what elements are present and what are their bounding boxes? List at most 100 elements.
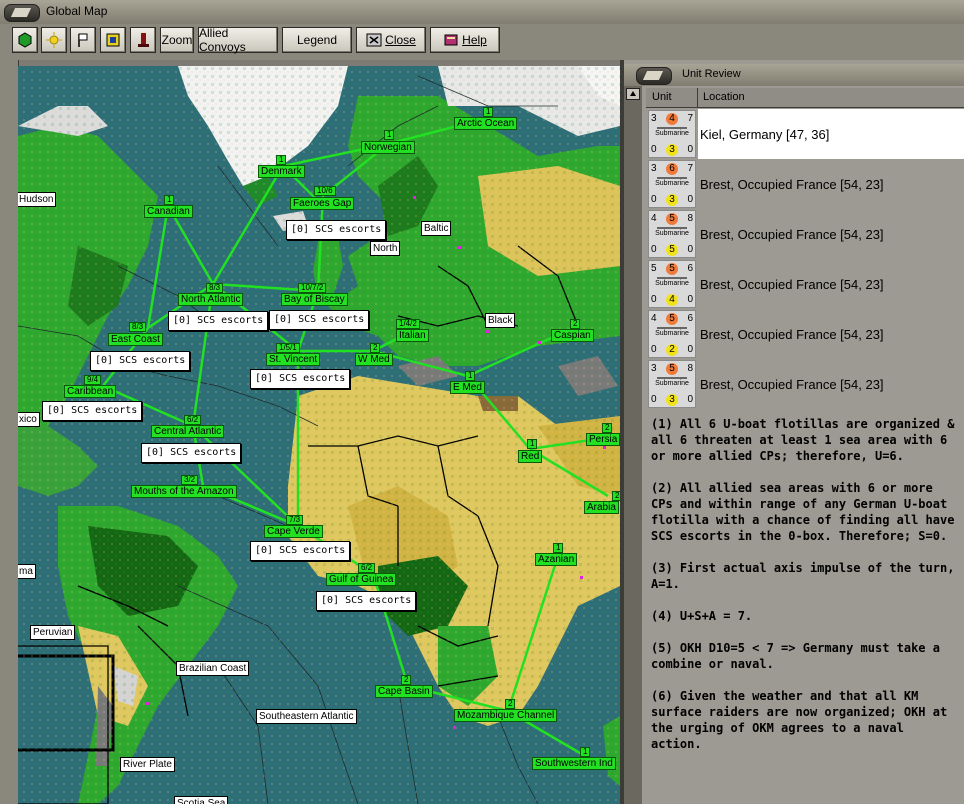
sea-area-w-med[interactable]: W Med bbox=[355, 353, 393, 366]
target-button[interactable] bbox=[100, 27, 126, 53]
unit-row[interactable]: 3 6 7 Submarine 0 3 0 Brest, Occupied France [5… bbox=[646, 159, 964, 209]
sea-area-st-vincent[interactable]: St. Vincent bbox=[266, 353, 321, 366]
scs-escorts-box[interactable]: [0] SCS escorts bbox=[250, 369, 351, 389]
left-frame bbox=[0, 60, 19, 804]
unit-row[interactable]: 4 5 8 Submarine 0 5 0 Brest, Occupied France [5… bbox=[646, 209, 964, 259]
sea-count-e-med: 1 bbox=[465, 371, 476, 381]
sea-area-italian[interactable]: Italian bbox=[396, 329, 429, 342]
sea-area-gulf-of-guinea[interactable]: Gulf of Guinea bbox=[326, 573, 397, 586]
flag-button[interactable] bbox=[70, 27, 96, 53]
counter-bottom-mid: 3 bbox=[666, 394, 678, 406]
unit-location: Brest, Occupied France [54, 23] bbox=[700, 326, 884, 342]
panel-menu-icon[interactable] bbox=[636, 67, 672, 85]
sea-area-central-atlantic[interactable]: Central Atlantic bbox=[151, 425, 225, 438]
global-map[interactable]: 1 Arctic Ocean 1 Norwegian 1 Denmark 10/… bbox=[18, 66, 620, 804]
place-label-baltic: Baltic bbox=[421, 221, 452, 236]
counter-bottom-left: 0 bbox=[651, 344, 657, 355]
submarine-counter[interactable]: 4 5 8 Submarine 0 5 0 bbox=[648, 210, 696, 258]
counter-type: Submarine bbox=[655, 330, 689, 337]
sea-area-mouths-of-the-amazon[interactable]: Mouths of the Amazon bbox=[131, 485, 237, 498]
weather-button[interactable] bbox=[41, 27, 67, 53]
counter-bottom-mid: 5 bbox=[666, 244, 678, 256]
sea-count-north-atlantic: 8/3 bbox=[206, 283, 224, 293]
sea-count-italian: 1/4/2 bbox=[396, 319, 420, 329]
sea-area-cape-basin[interactable]: Cape Basin bbox=[375, 685, 433, 698]
allied-convoys-button[interactable]: Allied Convoys bbox=[198, 26, 278, 54]
place-label-hudson: Hudson bbox=[18, 192, 57, 207]
sea-area-mozambique-channel[interactable]: Mozambique Channel bbox=[454, 709, 558, 722]
target-icon bbox=[106, 33, 120, 47]
sea-area-norwegian[interactable]: Norwegian bbox=[361, 141, 415, 154]
sea-count-arabia: 2 bbox=[612, 491, 620, 501]
submarine-counter[interactable]: 3 4 7 Submarine 0 3 0 bbox=[648, 110, 696, 158]
sea-area-red[interactable]: Red bbox=[518, 450, 543, 463]
place-label-brazilian-coast: Brazilian Coast bbox=[176, 661, 250, 676]
submarine-counter[interactable]: 3 5 8 Submarine 0 3 0 bbox=[648, 360, 696, 408]
counter-top-left: 4 bbox=[651, 313, 657, 324]
sea-area-east-coast[interactable]: East Coast bbox=[108, 333, 163, 346]
sea-count-azanian: 1 bbox=[553, 543, 564, 553]
unit-row[interactable]: 4 5 6 Submarine 0 2 0 Brest, Occupied France [5… bbox=[646, 309, 964, 359]
scs-escorts-box[interactable]: [0] SCS escorts bbox=[316, 591, 417, 611]
sea-area-north-atlantic[interactable]: North Atlantic bbox=[178, 293, 244, 306]
sea-count-denmark: 1 bbox=[276, 155, 287, 165]
unit-row[interactable]: 3 5 8 Submarine 0 3 0 Brest, Occupied France [5… bbox=[646, 359, 964, 409]
scs-escorts-box[interactable]: [0] SCS escorts bbox=[90, 351, 191, 371]
scs-escorts-box[interactable]: [0] SCS escorts bbox=[269, 310, 370, 330]
sea-count-red: 1 bbox=[527, 439, 538, 449]
sea-area-faeroes-gap[interactable]: Faeroes Gap bbox=[290, 197, 355, 210]
column-header-location[interactable]: Location bbox=[703, 91, 745, 103]
counter-type: Submarine bbox=[655, 180, 689, 187]
close-label: Close bbox=[385, 33, 416, 47]
scs-escorts-box[interactable]: [0] SCS escorts bbox=[42, 401, 143, 421]
sea-area-caspian[interactable]: Caspian bbox=[551, 329, 594, 342]
sea-count-gulf-of-guinea: 6/2 bbox=[358, 563, 376, 573]
place-label-peruvian: Peruvian bbox=[30, 625, 76, 640]
sea-area-caribbean[interactable]: Caribbean bbox=[64, 385, 117, 398]
window-menu-icon[interactable] bbox=[4, 4, 40, 22]
counter-top-mid: 5 bbox=[666, 363, 678, 375]
sea-area-arctic-ocean[interactable]: Arctic Ocean bbox=[454, 117, 518, 130]
counter-bottom-right: 0 bbox=[687, 344, 693, 355]
sea-area-canadian[interactable]: Canadian bbox=[144, 205, 193, 218]
column-header-unit[interactable]: Unit bbox=[652, 91, 672, 103]
counter-bottom-right: 0 bbox=[687, 194, 693, 205]
zoom-button[interactable]: Zoom bbox=[160, 27, 194, 53]
sea-area-bay-of-biscay[interactable]: Bay of Biscay bbox=[281, 293, 348, 306]
hexagon-button[interactable] bbox=[12, 27, 38, 53]
sea-area-azanian[interactable]: Azanian bbox=[535, 553, 578, 566]
scs-escorts-box[interactable]: [0] SCS escorts bbox=[286, 220, 387, 240]
scs-escorts-box[interactable]: [0] SCS escorts bbox=[168, 311, 269, 331]
sea-count-st-vincent: 1/5/1 bbox=[276, 343, 300, 353]
sea-count-norwegian: 1 bbox=[384, 130, 395, 140]
submarine-counter[interactable]: 4 5 6 Submarine 0 2 0 bbox=[648, 310, 696, 358]
sea-count-caribbean: 9/4 bbox=[84, 375, 102, 385]
sea-area-denmark[interactable]: Denmark bbox=[258, 165, 305, 178]
close-button[interactable]: Close bbox=[356, 27, 426, 53]
unit-row[interactable]: 3 4 7 Submarine 0 3 0 Kiel, Germany [47, 36] bbox=[646, 109, 964, 159]
place-label-black: Black bbox=[485, 313, 516, 328]
sea-area-e-med[interactable]: E Med bbox=[450, 381, 485, 394]
sea-area-persia[interactable]: Persia bbox=[586, 433, 620, 446]
panel-scrollbar[interactable] bbox=[624, 86, 642, 804]
unit-row[interactable]: 5 5 6 Submarine 0 4 0 Brest, Occupied France [5… bbox=[646, 259, 964, 309]
note-3: (3) First actual axis impulse of the tur… bbox=[651, 561, 955, 591]
sea-area-cape-verde[interactable]: Cape Verde bbox=[264, 525, 323, 538]
unit-review-title: Unit Review bbox=[682, 68, 741, 80]
sea-count-persia: 2 bbox=[602, 423, 613, 433]
scs-escorts-box[interactable]: [0] SCS escorts bbox=[141, 443, 242, 463]
sea-area-arabia[interactable]: Arabia bbox=[584, 501, 619, 514]
help-button[interactable]: Help bbox=[430, 27, 500, 53]
sea-count-canadian: 1 bbox=[164, 195, 175, 205]
counter-top-right: 6 bbox=[687, 313, 693, 324]
scs-escorts-box[interactable]: [0] SCS escorts bbox=[250, 541, 351, 561]
counter-bottom-left: 0 bbox=[651, 394, 657, 405]
counter-bottom-left: 0 bbox=[651, 144, 657, 155]
counter-top-right: 8 bbox=[687, 363, 693, 374]
submarine-counter[interactable]: 5 5 6 Submarine 0 4 0 bbox=[648, 260, 696, 308]
tower-button[interactable] bbox=[130, 27, 156, 53]
sea-area-southwestern-ind[interactable]: Southwestern Ind bbox=[532, 757, 616, 770]
submarine-counter[interactable]: 3 6 7 Submarine 0 3 0 bbox=[648, 160, 696, 208]
legend-button[interactable]: Legend bbox=[282, 27, 352, 53]
scroll-up-icon[interactable] bbox=[626, 88, 640, 100]
